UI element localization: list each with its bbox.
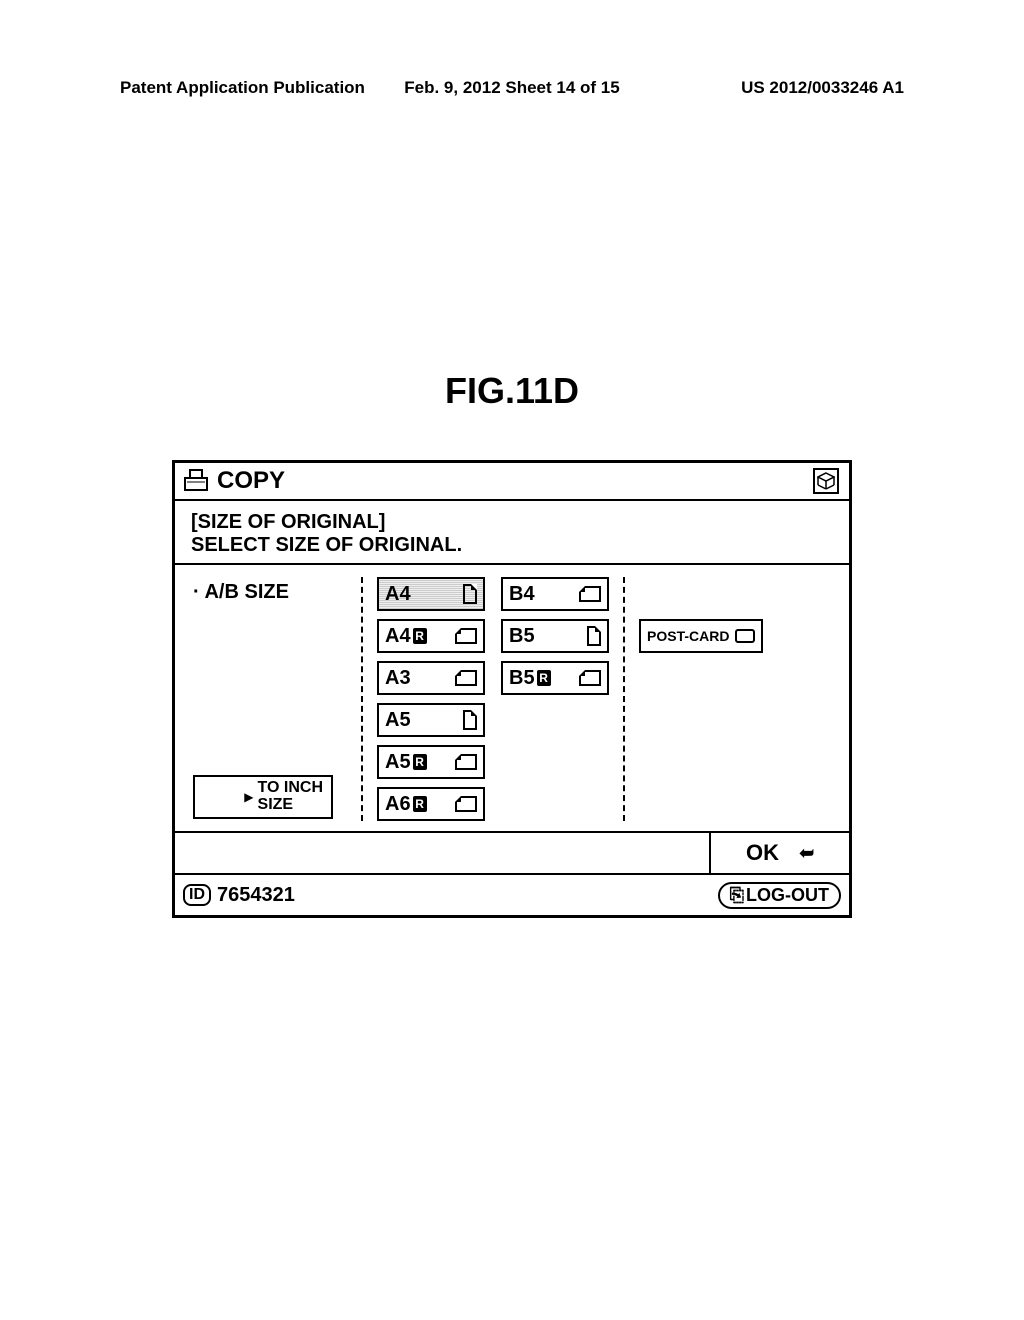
category-label: · A/B SIZE xyxy=(193,581,361,604)
size-button-a6-r[interactable]: A6R xyxy=(377,787,485,821)
instruction-text: SELECT SIZE OF ORIGINAL. xyxy=(191,534,833,557)
size-label: A5 xyxy=(385,709,411,732)
size-button-a4[interactable]: A4 xyxy=(377,577,485,611)
size-button-b5[interactable]: B5 xyxy=(501,619,609,653)
size-button-b4[interactable]: B4 xyxy=(501,577,609,611)
size-label: A5 xyxy=(385,751,411,774)
size-label: A4 xyxy=(385,583,411,606)
instruction-block: [SIZE OF ORIGINAL] SELECT SIZE OF ORIGIN… xyxy=(175,501,849,565)
header-publication: Patent Application Publication xyxy=(120,78,381,98)
size-buttons-group: A4A4RA3A5A5RA6R B4B5B5R xyxy=(363,577,625,821)
logout-label: LOG-OUT xyxy=(746,885,829,906)
logout-icon: ⎘ xyxy=(730,885,744,906)
id-badge: ID xyxy=(183,884,211,906)
size-label: B4 xyxy=(509,583,535,606)
ok-label: OK xyxy=(746,840,779,866)
header-patent-number: US 2012/0033246 A1 xyxy=(643,78,904,98)
size-button-a3[interactable]: A3 xyxy=(377,661,485,695)
header-sheet: Feb. 9, 2012 Sheet 14 of 15 xyxy=(381,78,642,98)
size-button-b5-r[interactable]: B5R xyxy=(501,661,609,695)
category-column: · A/B SIZE ▶ TO INCH SIZE xyxy=(183,577,363,821)
size-column-b: B4B5B5R xyxy=(501,577,609,821)
size-button-a5-r[interactable]: A5R xyxy=(377,745,485,779)
rotated-badge: R xyxy=(413,628,427,644)
ok-button[interactable]: OK ➥ xyxy=(709,833,849,873)
logout-button[interactable]: ⎘ LOG-OUT xyxy=(718,882,841,909)
size-label: B5 xyxy=(509,625,535,648)
figure-label: FIG.11D xyxy=(0,370,1024,412)
landscape-icon xyxy=(455,754,477,770)
size-button-a4-r[interactable]: A4R xyxy=(377,619,485,653)
arrow-right-icon: ▶ xyxy=(244,790,253,804)
size-column-a: A4A4RA3A5A5RA6R xyxy=(377,577,485,821)
confirm-row: OK ➥ xyxy=(175,833,849,875)
size-label: A6 xyxy=(385,793,411,816)
status-bar: ID 7654321 ⎘ LOG-OUT xyxy=(175,875,849,915)
copy-panel: COPY [SIZE OF ORIGINAL] SELECT SIZE OF O… xyxy=(172,460,852,918)
size-label: B5 xyxy=(509,667,535,690)
postcard-button[interactable]: POST-CARD xyxy=(639,619,763,653)
postcard-landscape-icon xyxy=(735,629,755,643)
postcard-label: POST-CARD xyxy=(647,628,729,644)
title-text: COPY xyxy=(217,467,285,495)
size-label: A4 xyxy=(385,625,411,648)
printer-icon xyxy=(181,468,211,494)
rotated-badge: R xyxy=(537,670,551,686)
portrait-icon xyxy=(463,584,477,604)
portrait-icon xyxy=(587,626,601,646)
size-selection-area: · A/B SIZE ▶ TO INCH SIZE A4A4RA3A5A5RA6… xyxy=(175,565,849,833)
portrait-icon xyxy=(463,710,477,730)
landscape-icon xyxy=(579,586,601,602)
landscape-icon xyxy=(455,796,477,812)
landscape-icon xyxy=(455,628,477,644)
to-inch-line2: SIZE xyxy=(258,797,323,814)
instruction-title: [SIZE OF ORIGINAL] xyxy=(191,511,833,534)
rotated-badge: R xyxy=(413,796,427,812)
size-button-a5[interactable]: A5 xyxy=(377,703,485,737)
to-inch-line1: TO INCH xyxy=(258,780,323,797)
landscape-icon xyxy=(579,670,601,686)
to-inch-size-button[interactable]: ▶ TO INCH SIZE xyxy=(193,775,333,819)
user-id: 7654321 xyxy=(217,884,295,907)
rotated-badge: R xyxy=(413,754,427,770)
cube-icon[interactable] xyxy=(813,468,839,494)
special-size-column: POST-CARD xyxy=(625,577,841,821)
size-label: A3 xyxy=(385,667,411,690)
title-bar: COPY xyxy=(175,463,849,501)
enter-icon: ➥ xyxy=(799,843,814,864)
doc-header: Patent Application Publication Feb. 9, 2… xyxy=(120,78,904,98)
landscape-icon xyxy=(455,670,477,686)
